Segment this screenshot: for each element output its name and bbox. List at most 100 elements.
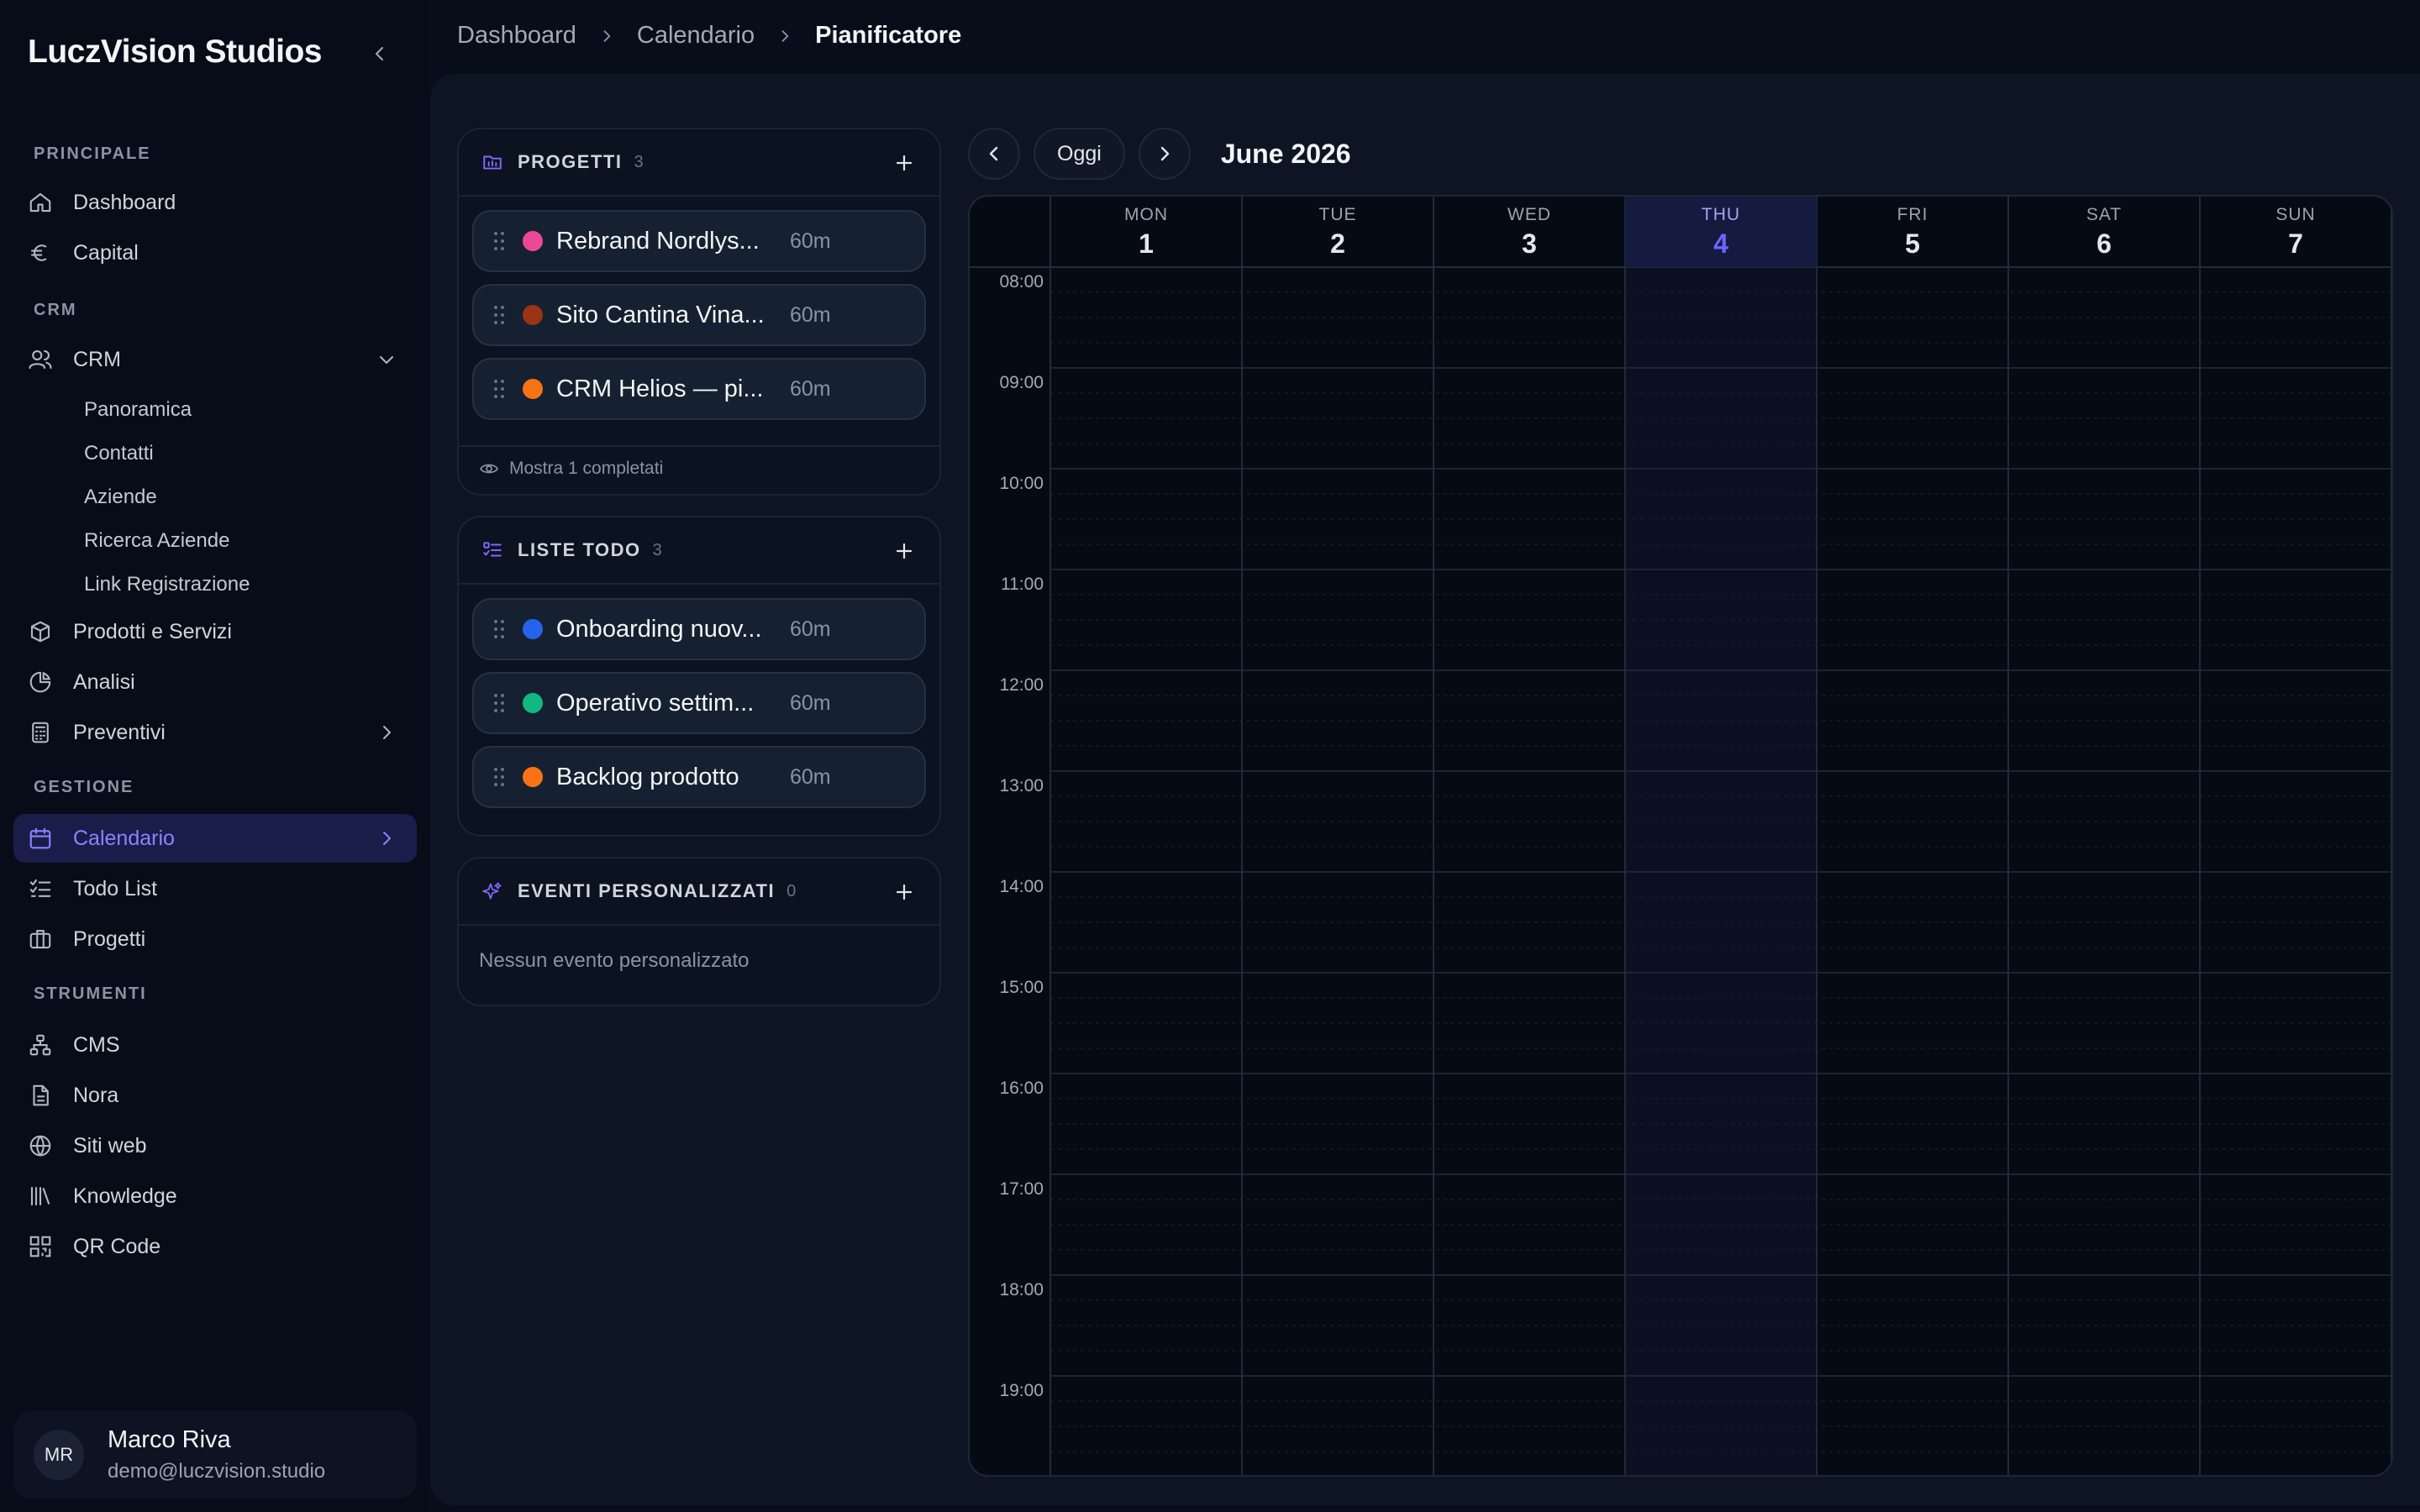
- chevron-right-icon: [776, 28, 793, 45]
- sidebar: LuczVision Studios PRINCIPALE Dashboard …: [0, 0, 430, 1512]
- task-duration: 60m: [790, 764, 831, 789]
- nav-crm-aziende[interactable]: Aziende: [84, 486, 157, 509]
- task-duration: 60m: [790, 376, 831, 401]
- qr-code-icon: [27, 1233, 54, 1260]
- day-name: MON: [1124, 205, 1168, 224]
- collapse-sidebar-button[interactable]: [365, 39, 395, 69]
- globe-icon: [27, 1132, 54, 1159]
- add-progetto-button[interactable]: [891, 150, 918, 176]
- drag-handle-icon[interactable]: [492, 303, 506, 327]
- chevron-down-icon: [373, 346, 400, 373]
- task-duration: 60m: [790, 228, 831, 253]
- drag-handle-icon[interactable]: [492, 229, 506, 253]
- panel-todo-header: LISTE TODO 3: [459, 517, 939, 585]
- day-name: THU: [1701, 205, 1741, 224]
- nav-crm-link-registrazione[interactable]: Link Registrazione: [84, 573, 250, 596]
- nav-crm-contatti[interactable]: Contatti: [84, 442, 154, 465]
- day-header-sat[interactable]: SAT 6: [2008, 197, 2200, 267]
- chevron-right-icon: [373, 719, 400, 746]
- day-header-tue[interactable]: TUE 2: [1242, 197, 1434, 267]
- panel-eventi-title: EVENTI PERSONALIZZATI: [518, 880, 776, 901]
- prev-week-button[interactable]: [968, 128, 1020, 180]
- next-week-button[interactable]: [1138, 128, 1191, 180]
- nav-prodotti[interactable]: Prodotti e Servizi: [13, 607, 417, 656]
- panel-todo-title: LISTE TODO: [518, 539, 641, 560]
- task-item[interactable]: Rebrand Nordlys... 60m: [472, 210, 926, 272]
- nav-preventivi[interactable]: Preventivi: [13, 708, 417, 757]
- task-name: Operativo settim...: [556, 689, 755, 717]
- panel-progetti-header: PROGETTI 3: [459, 129, 939, 197]
- drag-handle-icon[interactable]: [492, 617, 506, 641]
- nav-dashboard[interactable]: Dashboard: [13, 178, 417, 227]
- color-dot: [523, 231, 543, 251]
- nav-cms-label: CMS: [73, 1032, 120, 1057]
- task-name: CRM Helios — pi...: [556, 375, 764, 402]
- drag-handle-icon[interactable]: [492, 377, 506, 401]
- task-item[interactable]: CRM Helios — pi... 60m: [472, 358, 926, 420]
- nav-crm[interactable]: CRM: [13, 335, 417, 384]
- nav-analisi[interactable]: Analisi: [13, 658, 417, 706]
- breadcrumb-calendario[interactable]: Calendario: [637, 22, 755, 50]
- day-name: WED: [1507, 205, 1551, 224]
- day-header-fri[interactable]: FRI 5: [1817, 197, 2008, 267]
- day-name: FRI: [1897, 205, 1928, 224]
- nav-nora[interactable]: Nora: [13, 1071, 417, 1120]
- drag-handle-icon[interactable]: [492, 765, 506, 789]
- nav-cms[interactable]: CMS: [13, 1021, 417, 1069]
- nav-nora-label: Nora: [73, 1083, 119, 1107]
- user-card[interactable]: MR Marco Riva demo@luczvision.studio: [13, 1411, 417, 1499]
- calendar-gridlines: [970, 197, 2391, 1475]
- brand-name: LuczVision Studios: [28, 34, 322, 70]
- task-item[interactable]: Operativo settim... 60m: [472, 672, 926, 734]
- box-icon: [27, 618, 54, 645]
- add-evento-button[interactable]: [891, 879, 918, 906]
- nav-progetti[interactable]: Progetti: [13, 915, 417, 963]
- nav-todo-list[interactable]: Todo List: [13, 864, 417, 913]
- day-number: 2: [1330, 228, 1345, 259]
- day-header-sun[interactable]: SUN 7: [2200, 197, 2391, 267]
- home-icon: [27, 189, 54, 216]
- chevron-left-icon: [989, 146, 998, 161]
- color-dot: [523, 693, 543, 713]
- euro-icon: [27, 239, 54, 266]
- nav-capital-label: Capital: [73, 240, 139, 265]
- task-item[interactable]: Sito Cantina Vina... 60m: [472, 284, 926, 346]
- sparkles-icon: [481, 879, 504, 903]
- document-icon: [27, 1082, 54, 1109]
- show-completed-toggle[interactable]: Mostra 1 completati: [459, 445, 939, 491]
- day-header-thu[interactable]: THU 4: [1625, 197, 1817, 267]
- hour-label: 11:00: [1001, 575, 1044, 594]
- today-button[interactable]: Oggi: [1034, 128, 1125, 180]
- task-duration: 60m: [790, 302, 831, 327]
- nav-siti-web[interactable]: Siti web: [13, 1121, 417, 1170]
- hour-label: 14:00: [999, 877, 1044, 896]
- nav-crm-panoramica[interactable]: Panoramica: [84, 398, 192, 422]
- folder-icon: [481, 150, 504, 174]
- task-item[interactable]: Backlog prodotto 60m: [472, 746, 926, 808]
- calendar-toolbar: Oggi June 2026: [968, 128, 1351, 180]
- nav-knowledge[interactable]: Knowledge: [13, 1172, 417, 1221]
- hour-label: 10:00: [999, 474, 1044, 493]
- nav-todo-label: Todo List: [73, 876, 158, 900]
- drag-handle-icon[interactable]: [492, 691, 506, 715]
- nav-qr-label: QR Code: [73, 1234, 161, 1258]
- nav-capital[interactable]: Capital: [13, 228, 417, 277]
- nav-calendario[interactable]: Calendario: [13, 814, 417, 863]
- hour-label: 19:00: [999, 1381, 1044, 1400]
- week-calendar-grid[interactable]: MON 1 TUE 2 WED 3 THU 4 FRI 5 SAT 6 SUN 7 08:00 09:00 10…: [968, 195, 2393, 1477]
- task-item[interactable]: Onboarding nuov... 60m: [472, 598, 926, 660]
- nav-qr-code[interactable]: QR Code: [13, 1222, 417, 1271]
- calendar-icon: [27, 825, 54, 852]
- add-todo-list-button[interactable]: [891, 538, 918, 564]
- breadcrumb-dashboard[interactable]: Dashboard: [457, 22, 576, 50]
- day-number: 1: [1139, 228, 1154, 259]
- day-number: 3: [1522, 228, 1537, 259]
- day-header-mon[interactable]: MON 1: [1050, 197, 1242, 267]
- sitemap-icon: [27, 1032, 54, 1058]
- day-header-wed[interactable]: WED 3: [1434, 197, 1625, 267]
- nav-crm-ricerca-aziende[interactable]: Ricerca Aziende: [84, 529, 229, 553]
- show-completed-label: Mostra 1 completati: [509, 459, 664, 478]
- panel-eventi-personalizzati: EVENTI PERSONALIZZATI 0 Nessun evento pe…: [457, 857, 941, 1006]
- chevron-left-icon: [375, 46, 384, 61]
- nav-siti-label: Siti web: [73, 1133, 147, 1158]
